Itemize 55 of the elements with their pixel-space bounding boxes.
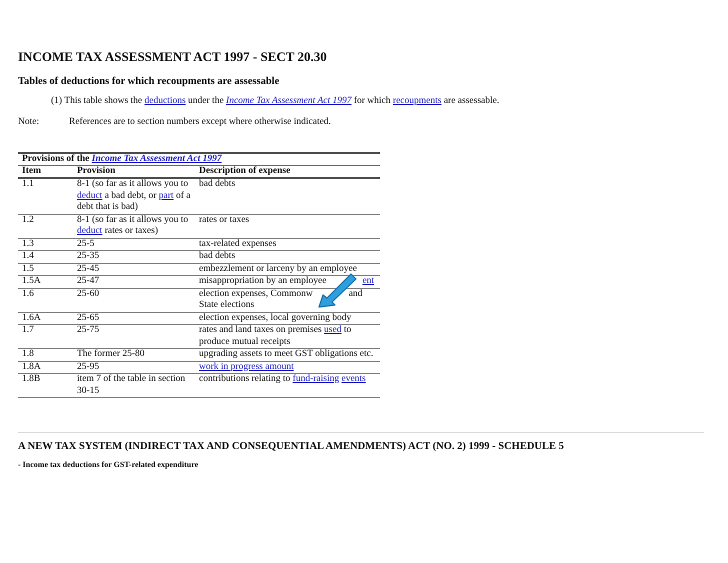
- link[interactable]: used: [324, 325, 342, 335]
- table-cell: The former 25-80: [73, 348, 195, 361]
- paragraph: (1) This table shows the deductions under the Income Tax Assessment Act 1997 for which recoupments are assessable.: [51, 96, 500, 106]
- section-subheading: - Income tax deductions for GST-related expenditure: [18, 460, 200, 469]
- note-label: Note:: [18, 117, 40, 127]
- table-cell: 25-95: [73, 361, 195, 374]
- table-caption: Provisions of the Income Tax Assessment Act 1997: [18, 153, 380, 166]
- column-header: Provision: [73, 166, 195, 178]
- table-cell: 25-45: [73, 263, 195, 276]
- table-cell: 1.8B: [18, 374, 73, 398]
- table-cell: 25-75: [73, 324, 195, 348]
- table-cell: rates or taxes: [195, 214, 380, 238]
- table-cell: bad debts: [195, 178, 380, 214]
- link[interactable]: deduct: [77, 226, 102, 236]
- note-text: References are to section numbers except where otherwise indicated.: [69, 117, 331, 127]
- link[interactable]: recoupments: [392, 96, 442, 106]
- table-cell: item 7 of the table in section 30-15: [73, 374, 195, 398]
- link[interactable]: Income Tax Assessment Act 1997: [92, 154, 222, 164]
- table-cell: 1.2: [18, 214, 73, 238]
- column-header: Description of expense: [195, 166, 380, 178]
- link[interactable]: fund-raising: [292, 374, 340, 384]
- table-cell: 25-5: [73, 238, 195, 250]
- table-cell: 1.4: [18, 250, 73, 263]
- link[interactable]: work in progress amount: [199, 362, 294, 372]
- table-cell: 1.3: [18, 238, 73, 250]
- table-cell: embezzlement or larceny by an employee: [195, 263, 380, 276]
- table-cell: 1.6: [18, 288, 73, 312]
- table-cell: 8-1 (so far as it allows you to deduct a bad debt, or part of a debt that is bad): [73, 178, 195, 214]
- table-cell: 1.5A: [18, 276, 73, 288]
- table-cell: contributions relating to fund-raising events: [195, 374, 380, 398]
- table-cell: 8-1 (so far as it allows you to deduct rates or taxes): [73, 214, 195, 238]
- table-cell: tax-related expenses: [195, 238, 380, 250]
- link[interactable]: deductions: [144, 96, 186, 106]
- table-cell: 1.6A: [18, 312, 73, 324]
- table-cell: election expenses, local governing body: [195, 312, 380, 324]
- section-heading: INCOME TAX ASSESSMENT ACT 1997 - SECT 20.30: [18, 49, 328, 65]
- table-cell: 1.8A: [18, 361, 73, 374]
- link[interactable]: Income Tax Assessment Act 1997: [226, 96, 352, 106]
- table-cell: 25-35: [73, 250, 195, 263]
- table-cell: 25-47: [73, 276, 195, 288]
- table-cell: 25-60: [73, 288, 195, 312]
- section-heading: A NEW TAX SYSTEM (INDIRECT TAX AND CONSEQUENTIAL AMENDMENTS) ACT (NO. 2) 1999 - SCHEDULE 5: [18, 441, 565, 452]
- table-cell: bad debts: [195, 250, 380, 263]
- link[interactable]: ent: [362, 276, 374, 286]
- table-cell: 1.5: [18, 263, 73, 276]
- link[interactable]: deduct: [77, 190, 102, 200]
- table-cell: 1.8: [18, 348, 73, 361]
- table-cell: 1.1: [18, 178, 73, 214]
- table-cell: 1.7: [18, 324, 73, 348]
- section-subheading: Tables of deductions for which recoupments are assessable: [18, 76, 280, 87]
- column-header: Item: [18, 166, 73, 178]
- table-cell: upgrading assets to meet GST obligations etc.: [195, 348, 380, 361]
- link[interactable]: part: [158, 190, 174, 200]
- link[interactable]: events: [341, 374, 366, 384]
- table-cell: 25-65: [73, 312, 195, 324]
